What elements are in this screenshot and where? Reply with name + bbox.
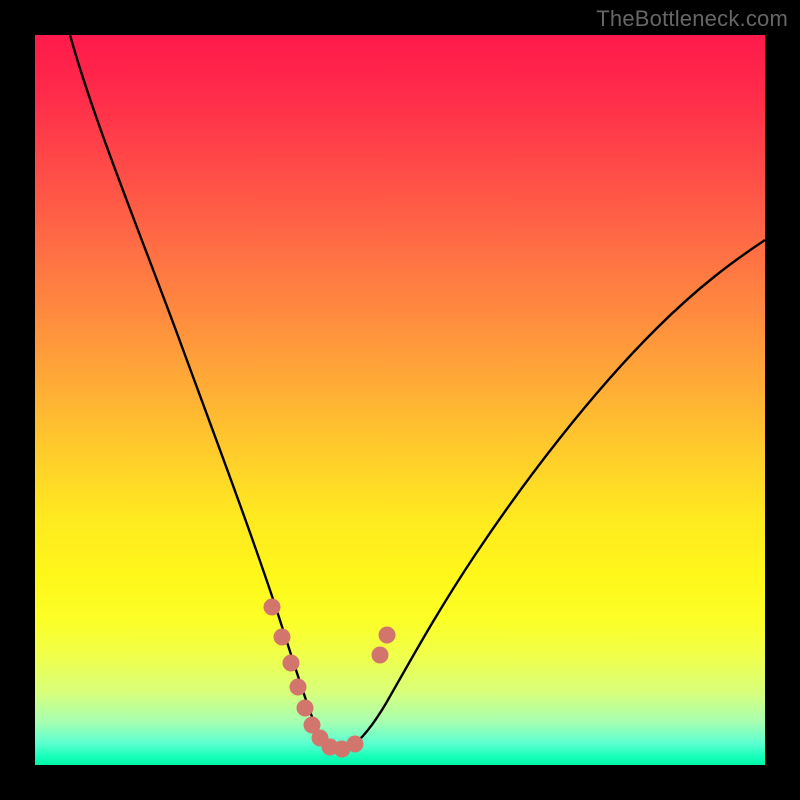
marker-group <box>264 599 396 758</box>
curve-marker <box>372 647 389 664</box>
bottleneck-curve-svg <box>35 35 765 765</box>
curve-marker <box>264 599 281 616</box>
chart-frame: TheBottleneck.com <box>0 0 800 800</box>
curve-marker <box>347 736 364 753</box>
plot-area <box>35 35 765 765</box>
curve-marker <box>379 627 396 644</box>
curve-marker <box>283 655 300 672</box>
bottleneck-curve-path <box>70 35 765 751</box>
curve-marker <box>290 679 307 696</box>
curve-marker <box>274 629 291 646</box>
watermark-text: TheBottleneck.com <box>596 6 788 32</box>
curve-marker <box>297 700 314 717</box>
